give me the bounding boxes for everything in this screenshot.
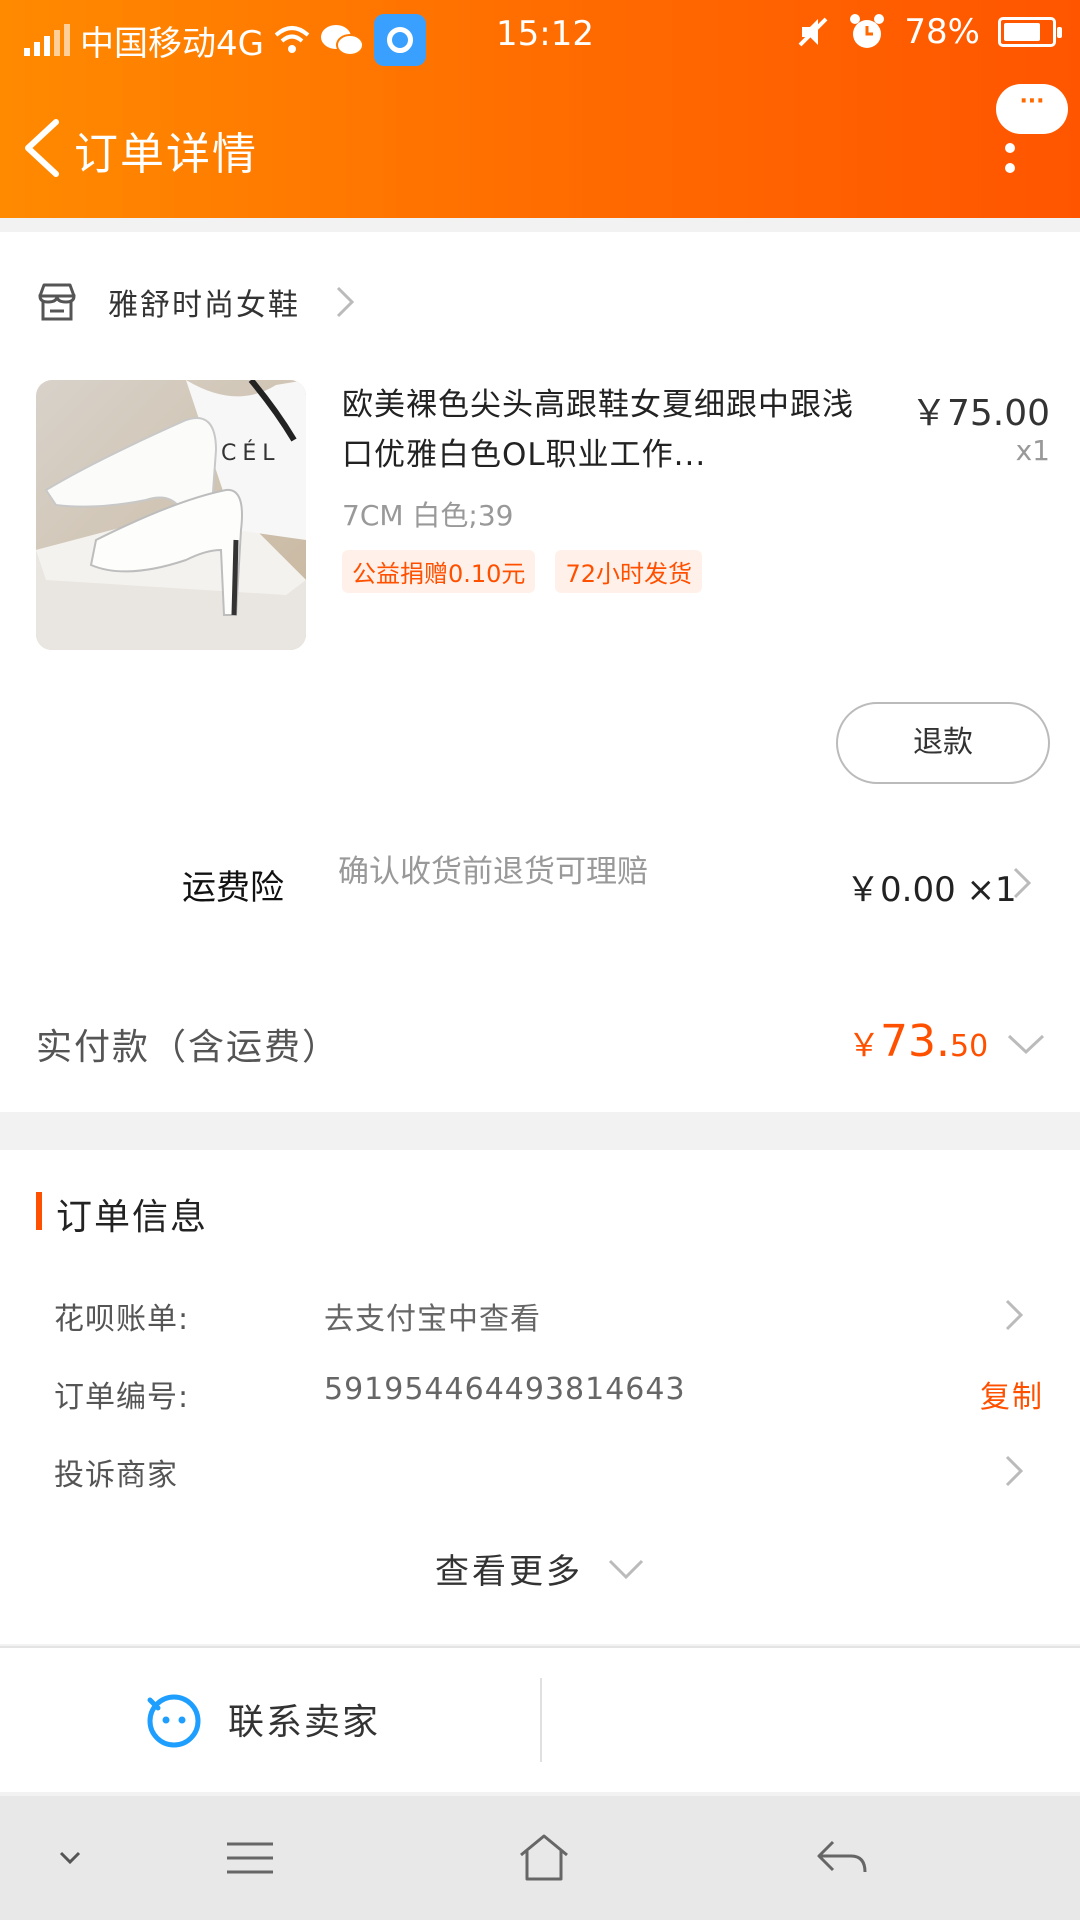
section-accent-bar: [36, 1192, 42, 1230]
chevron-down-icon: [608, 1559, 644, 1579]
product-price: ￥75.00: [910, 393, 1050, 434]
more-dots-icon[interactable]: [1000, 140, 1020, 176]
row-key: 花呗账单:: [54, 1302, 190, 1337]
clock: 15:12: [496, 14, 594, 54]
order-number: 591954464493814643: [324, 1372, 686, 1407]
wangwang-chat-icon: [147, 1694, 201, 1748]
home-icon[interactable]: [512, 1826, 576, 1890]
shipping-insurance-desc: 确认收货前退货可理赔: [338, 854, 648, 890]
chevron-right-icon: [1005, 1455, 1024, 1487]
product-image[interactable]: CÉL: [36, 380, 306, 650]
wechat-icon: [320, 25, 364, 56]
paid-amount: ￥73.50: [848, 1016, 989, 1067]
shop-link[interactable]: 雅舒时尚女鞋: [36, 270, 356, 334]
status-bar: 中国移动4G 15:12 78%: [0, 0, 1080, 72]
product-quantity: x1: [1015, 434, 1050, 467]
carrier-label: 中国移动4G: [80, 23, 264, 64]
bottom-action-bar: 联系卖家: [0, 1646, 1080, 1792]
back-icon[interactable]: [810, 1826, 874, 1890]
contact-seller-label: 联系卖家: [228, 1702, 381, 1743]
contact-seller-button[interactable]: 联系卖家: [144, 1690, 380, 1748]
refund-button[interactable]: 退款: [836, 702, 1050, 784]
app-notification-icon: [373, 14, 426, 66]
huabei-bill-row[interactable]: 花呗账单: 去支付宝中查看: [54, 1294, 1044, 1344]
product-tags: 公益捐赠0.10元 72小时发货: [342, 550, 702, 593]
chevron-down-icon[interactable]: [1006, 1032, 1046, 1056]
battery-icon: [998, 17, 1062, 47]
order-info-title: 订单信息: [56, 1197, 209, 1238]
see-more-label: 查看更多: [435, 1552, 583, 1592]
shop-name: 雅舒时尚女鞋: [108, 288, 300, 323]
divider: [540, 1678, 542, 1762]
system-nav-bar: [0, 1796, 1080, 1920]
alarm-icon: [850, 14, 885, 48]
chevron-right-icon: [336, 286, 355, 318]
copy-button[interactable]: 复制: [980, 1372, 1044, 1416]
paid-amount-label: 实付款（含运费）: [36, 1027, 341, 1068]
see-more-button[interactable]: 查看更多: [0, 1544, 1080, 1593]
header: 中国移动4G 15:12 78% 订单详情 ···: [0, 0, 1080, 218]
shipping-insurance-label: 运费险: [182, 868, 284, 908]
page-title: 订单详情: [74, 129, 258, 180]
product-sku: 7CM 白色;39: [342, 499, 514, 532]
signal-icon: [24, 24, 70, 56]
complain-seller-row[interactable]: 投诉商家: [54, 1450, 1044, 1500]
collapse-chevron-icon[interactable]: [40, 1826, 100, 1890]
row-value: 去支付宝中查看: [324, 1302, 541, 1337]
product-image-lettering: CÉL: [221, 440, 281, 466]
message-bubble-button[interactable]: ···: [996, 84, 1068, 134]
product-title[interactable]: 欧美裸色尖头高跟鞋女夏细跟中跟浅口优雅白色OL职业工作...: [342, 380, 882, 480]
shipping-tag: 72小时发货: [555, 550, 702, 593]
wifi-icon: [274, 26, 310, 53]
row-key: 订单编号:: [54, 1380, 190, 1415]
order-number-row: 订单编号: 591954464493814643 复制: [54, 1372, 1044, 1422]
order-info-section: 订单信息 花呗账单: 去支付宝中查看 订单编号: 591954464493814…: [0, 1150, 1080, 1644]
charity-tag: 公益捐赠0.10元: [342, 550, 536, 593]
row-key: 投诉商家: [54, 1458, 178, 1493]
battery-percent: 78%: [904, 12, 980, 52]
menu-icon[interactable]: [220, 1826, 280, 1890]
order-card: 雅舒时尚女鞋 CÉL 欧美裸色尖头高跟鞋女夏细跟中跟浅口优雅白色OL职业工作..…: [0, 232, 1080, 1112]
navigation-bar: 订单详情: [0, 90, 1080, 200]
mute-icon: [799, 17, 828, 47]
chevron-right-icon[interactable]: [1012, 866, 1032, 900]
shipping-insurance-price: ￥0.00 ×1: [846, 870, 1017, 910]
back-arrow-icon[interactable]: [18, 116, 66, 180]
store-icon: [38, 283, 76, 321]
chevron-right-icon: [1005, 1299, 1024, 1331]
